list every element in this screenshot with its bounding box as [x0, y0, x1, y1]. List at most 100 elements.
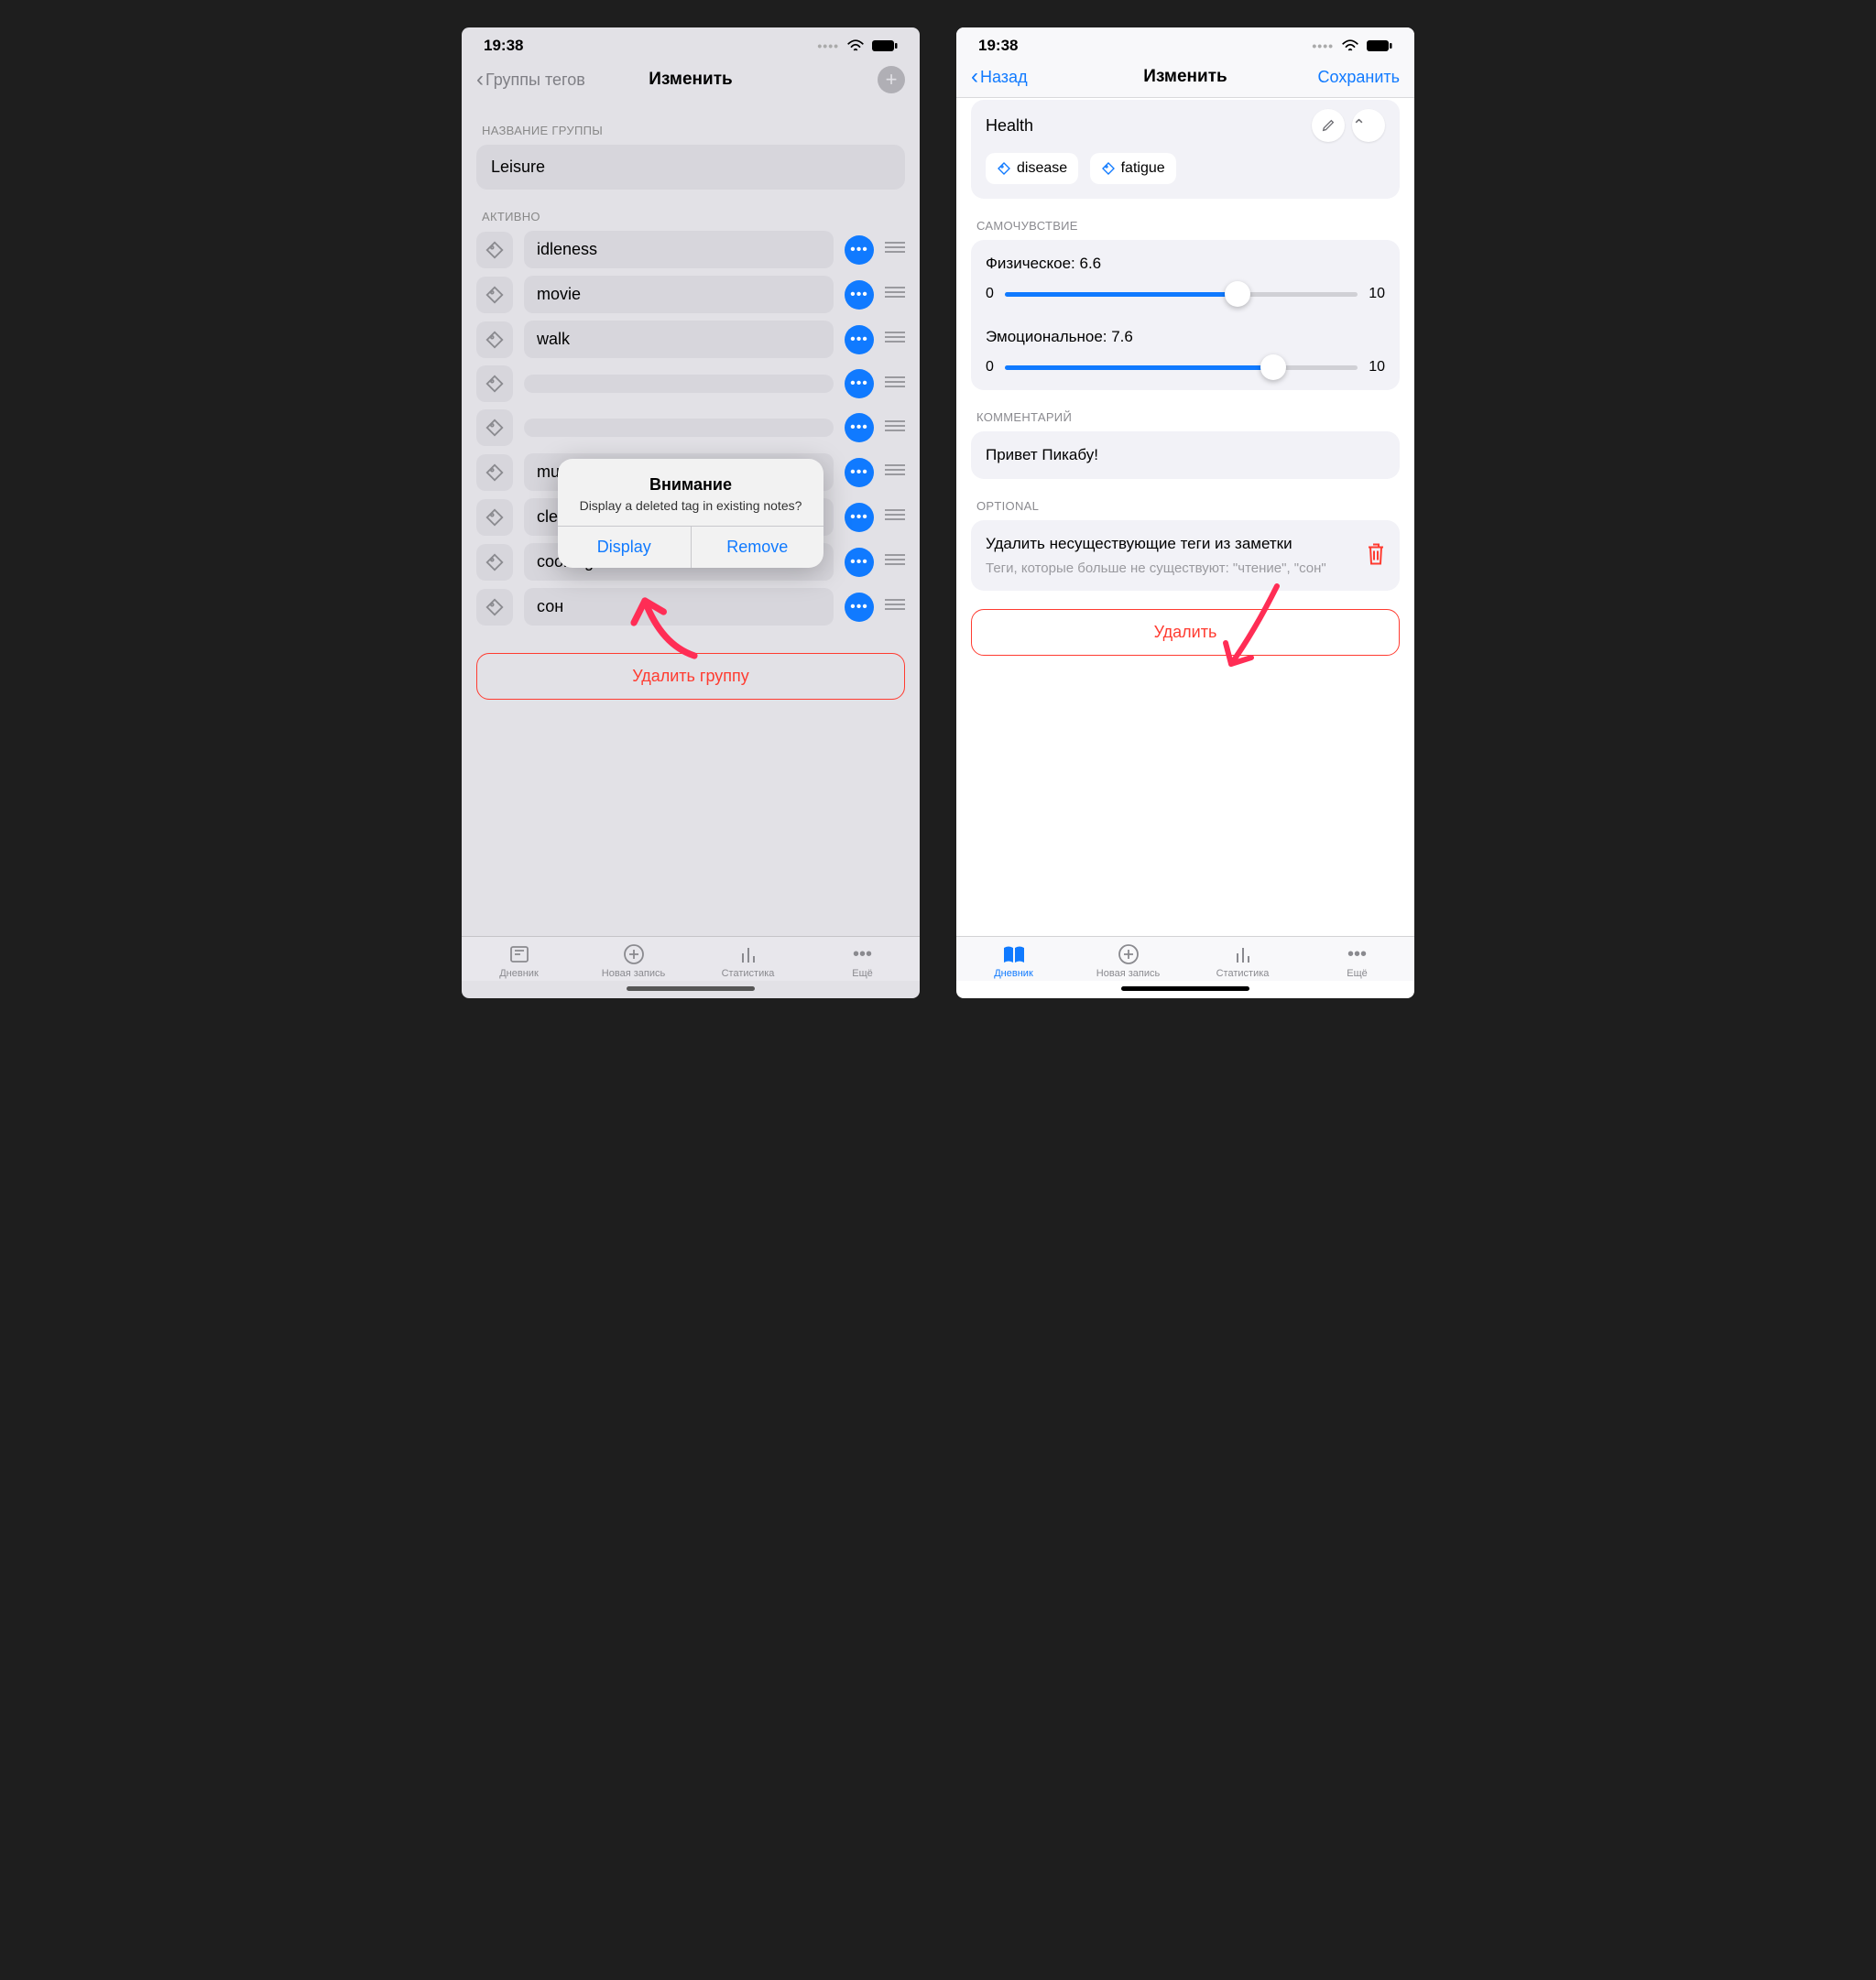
tab-more[interactable]: ••• Ещё	[1300, 942, 1414, 979]
drag-handle-icon[interactable]	[885, 331, 905, 348]
tab-bar: Дневник Новая запись Статистика ••• Ещё	[956, 936, 1414, 981]
tag-icon	[476, 544, 513, 581]
slider-max: 10	[1369, 359, 1385, 375]
tab-label: Статистика	[1185, 968, 1300, 979]
tag-menu-button[interactable]: •••	[845, 593, 874, 622]
drag-handle-icon[interactable]	[885, 286, 905, 303]
phone-left: 19:38 •••• ‹ Группы тегов Изменить + НАЗ…	[462, 27, 920, 998]
content-area: НАЗВАНИЕ ГРУППЫ Leisure АКТИВНО idleness…	[462, 103, 920, 936]
tag-menu-button[interactable]: •••	[845, 548, 874, 577]
tag-menu-button[interactable]: •••	[845, 280, 874, 310]
drag-handle-icon[interactable]	[885, 375, 905, 393]
home-indicator[interactable]	[1121, 986, 1249, 991]
drag-handle-icon[interactable]	[885, 508, 905, 526]
tag-name-input[interactable]: сон	[524, 588, 834, 626]
tab-bar: Дневник Новая запись Статистика ••• Ещё	[462, 936, 920, 981]
tag-chip-fatigue[interactable]: fatigue	[1090, 153, 1176, 184]
trash-button[interactable]	[1365, 541, 1387, 570]
tag-name-input[interactable]: cooking	[524, 543, 834, 581]
drag-handle-icon[interactable]	[885, 553, 905, 571]
tag-row: •••	[476, 365, 905, 402]
slider-min: 0	[986, 286, 994, 302]
status-icons: ••••	[817, 38, 898, 53]
tag-icon	[476, 232, 513, 268]
tag-row: cleaning •••	[476, 498, 905, 536]
wellbeing-card: Физическое: 6.6 0 10 Эмоциональное: 7.6 …	[971, 240, 1400, 390]
back-label: Назад	[980, 68, 1028, 87]
tag-icon	[476, 321, 513, 358]
tag-name-input[interactable]: movie	[524, 276, 834, 313]
save-button[interactable]: Сохранить	[1318, 68, 1400, 87]
tag-menu-button[interactable]: •••	[845, 503, 874, 532]
tab-diary[interactable]: Дневник	[462, 942, 576, 979]
tag-menu-button[interactable]: •••	[845, 369, 874, 398]
remove-orphan-tags-card: Удалить несуществующие теги из заметки Т…	[971, 520, 1400, 591]
collapse-button[interactable]: ⌃	[1352, 109, 1385, 142]
tag-chip-label: disease	[1017, 160, 1067, 177]
status-time: 19:38	[484, 37, 523, 55]
tag-row: walk •••	[476, 321, 905, 358]
tag-name-input[interactable]	[524, 375, 834, 393]
tag-menu-button[interactable]: •••	[845, 235, 874, 265]
tag-icon	[476, 277, 513, 313]
physical-slider[interactable]	[1005, 292, 1358, 297]
tag-name-input[interactable]: cleaning	[524, 498, 834, 536]
tab-stats[interactable]: Статистика	[1185, 942, 1300, 979]
tag-name-input[interactable]: walk	[524, 321, 834, 358]
back-button[interactable]: ‹ Назад	[971, 66, 1028, 88]
ellipsis-icon: •••	[805, 942, 920, 966]
tab-label: Статистика	[691, 968, 805, 979]
comment-section-label: КОММЕНТАРИЙ	[971, 390, 1400, 431]
tab-label: Новая запись	[1071, 968, 1185, 979]
tag-name-input[interactable]: idleness	[524, 231, 834, 268]
book-icon	[956, 942, 1071, 966]
optional-subtitle: Теги, которые больше не существуют: "чте…	[986, 560, 1350, 576]
tab-new-entry[interactable]: Новая запись	[1071, 942, 1185, 979]
tab-more[interactable]: ••• Ещё	[805, 942, 920, 979]
tab-new-entry[interactable]: Новая запись	[576, 942, 691, 979]
tag-menu-button[interactable]: •••	[845, 325, 874, 354]
phone-right: 19:38 •••• ‹ Назад Изменить Сохранить He…	[956, 27, 1414, 998]
edit-button[interactable]	[1312, 109, 1345, 142]
tag-icon	[476, 454, 513, 491]
wellbeing-section-label: САМОЧУВСТВИЕ	[971, 199, 1400, 240]
tag-icon	[476, 409, 513, 446]
bar-chart-icon	[691, 942, 805, 966]
back-label: Группы тегов	[485, 71, 585, 90]
delete-group-button[interactable]: Удалить группу	[476, 653, 905, 700]
group-name-input[interactable]: Leisure	[476, 145, 905, 190]
trash-icon	[1365, 541, 1387, 565]
add-button[interactable]: +	[878, 66, 905, 93]
delete-button[interactable]: Удалить	[971, 609, 1400, 656]
tab-label: Дневник	[462, 968, 576, 979]
tag-chip-disease[interactable]: disease	[986, 153, 1078, 184]
nav-bar: ‹ Назад Изменить Сохранить	[956, 60, 1414, 98]
drag-handle-icon[interactable]	[885, 598, 905, 615]
pencil-icon	[1321, 118, 1336, 133]
drag-handle-icon[interactable]	[885, 419, 905, 437]
battery-icon	[1367, 39, 1392, 52]
tag-icon	[997, 161, 1011, 176]
tag-menu-button[interactable]: •••	[845, 458, 874, 487]
cellular-dots-icon: ••••	[1312, 38, 1334, 53]
drag-handle-icon[interactable]	[885, 241, 905, 258]
drag-handle-icon[interactable]	[885, 463, 905, 481]
tab-diary[interactable]: Дневник	[956, 942, 1071, 979]
optional-title: Удалить несуществующие теги из заметки	[986, 535, 1350, 553]
home-indicator[interactable]	[627, 986, 755, 991]
ellipsis-icon: •••	[1300, 942, 1414, 966]
plus-icon: +	[886, 68, 898, 92]
emotional-slider[interactable]	[1005, 365, 1358, 370]
tag-icon	[476, 499, 513, 536]
tag-name-input[interactable]	[524, 419, 834, 437]
tag-menu-button[interactable]: •••	[845, 413, 874, 442]
tab-label: Ещё	[805, 968, 920, 979]
tag-name-input[interactable]: music	[524, 453, 834, 491]
comment-input[interactable]: Привет Пикабу!	[971, 431, 1400, 479]
back-button[interactable]: ‹ Группы тегов	[476, 69, 585, 91]
slider-max: 10	[1369, 286, 1385, 302]
tab-label: Новая запись	[576, 968, 691, 979]
tab-stats[interactable]: Статистика	[691, 942, 805, 979]
page-title: Изменить	[586, 70, 795, 90]
group-name-section-label: НАЗВАНИЕ ГРУППЫ	[476, 103, 905, 145]
